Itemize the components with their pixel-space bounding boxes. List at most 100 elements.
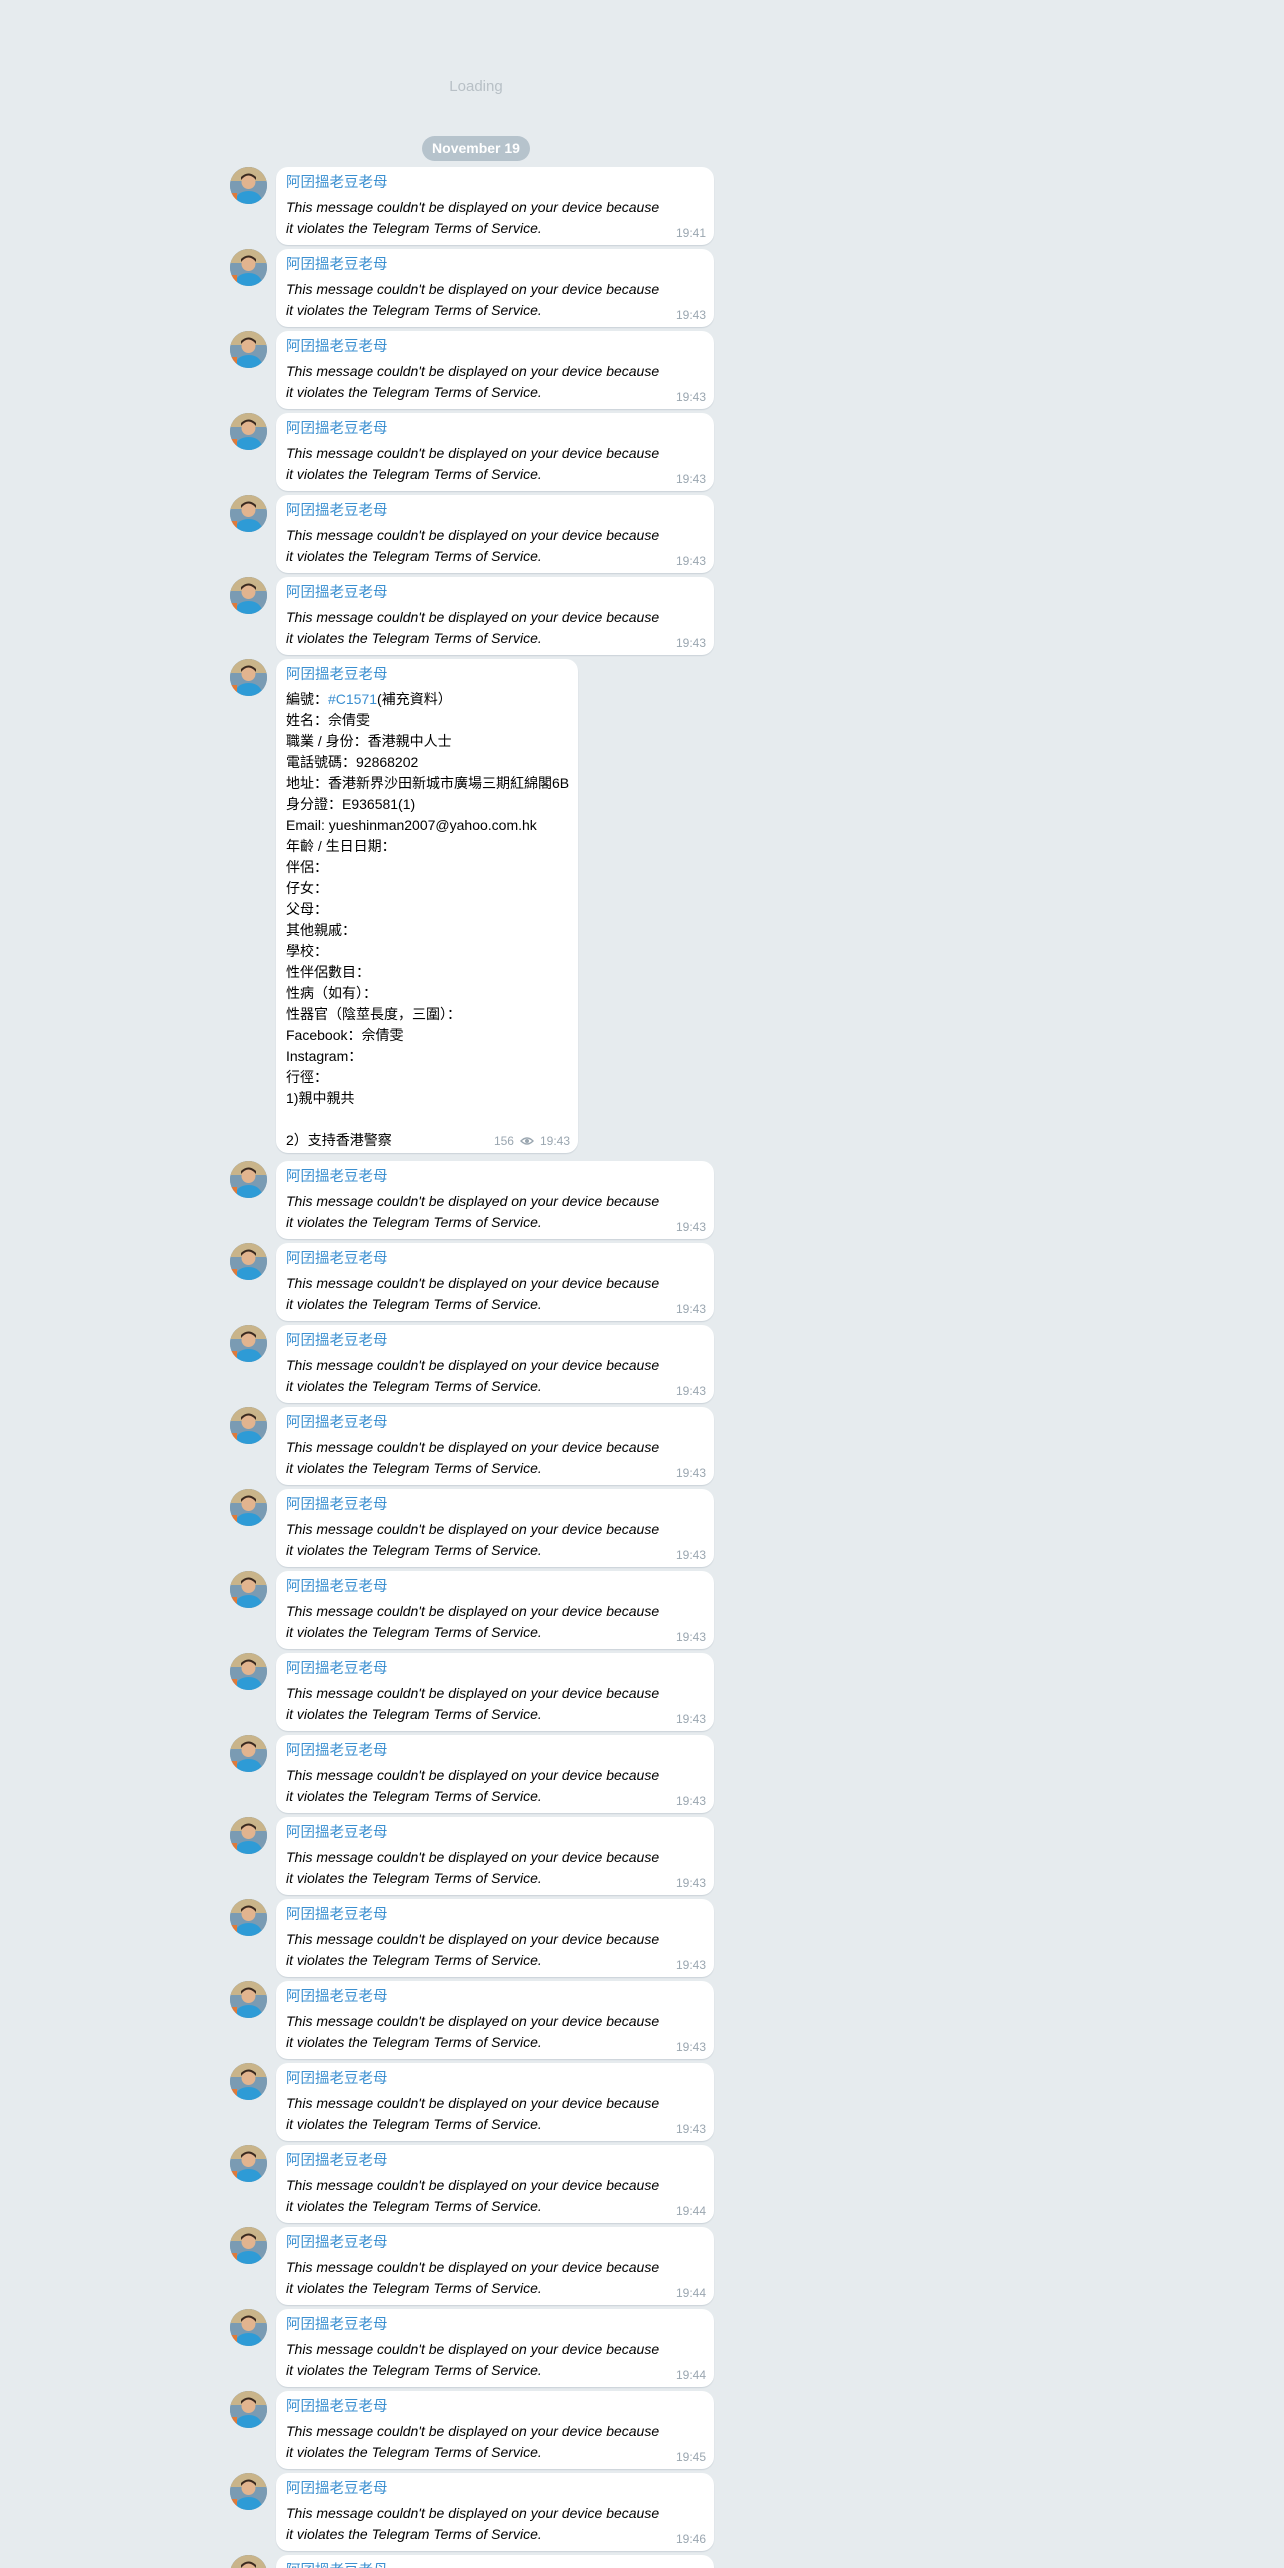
sender-avatar[interactable]: [230, 331, 267, 368]
sender-avatar[interactable]: [230, 2145, 267, 2182]
message-list: 阿囝搵老豆老母 This message couldn't be displaye…: [0, 0, 1284, 2568]
sender-avatar[interactable]: [230, 2309, 267, 2346]
blocked-message-text: This message couldn't be displayed on yo…: [286, 1193, 660, 1230]
blocked-message-text: This message couldn't be displayed on yo…: [286, 1521, 660, 1558]
profile-line: Instagram：: [286, 1048, 363, 1064]
sender-name[interactable]: 阿囝搵老豆老母: [286, 1659, 704, 1679]
sender-name[interactable]: 阿囝搵老豆老母: [286, 1823, 704, 1843]
sender-avatar[interactable]: [230, 249, 267, 286]
sender-name[interactable]: 阿囝搵老豆老母: [286, 1577, 704, 1597]
sender-avatar[interactable]: [230, 413, 267, 450]
sender-name[interactable]: 阿囝搵老豆老母: [286, 2397, 704, 2417]
sender-avatar[interactable]: [230, 1735, 267, 1772]
message-bubble[interactable]: 阿囝搵老豆老母This message couldn't be displaye…: [276, 1653, 714, 1731]
message-time: 19:43: [675, 472, 706, 486]
id-suffix: (補充資料）: [377, 691, 452, 707]
sender-avatar[interactable]: [230, 2555, 267, 2568]
profile-line: 父母：: [286, 901, 328, 917]
sender-name[interactable]: 阿囝搵老豆老母: [286, 1167, 704, 1187]
sender-avatar[interactable]: [230, 1571, 267, 1608]
sender-avatar[interactable]: [230, 1489, 267, 1526]
message-bubble[interactable]: 阿囝搵老豆老母This message couldn't be displaye…: [276, 2145, 714, 2223]
sender-avatar[interactable]: [230, 577, 267, 614]
message-bubble[interactable]: 阿囝搵老豆老母This message couldn't be displaye…: [276, 1735, 714, 1813]
sender-name[interactable]: 阿囝搵老豆老母: [286, 2151, 704, 2171]
message-bubble[interactable]: 阿囝搵老豆老母 This message couldn't be displaye…: [276, 167, 714, 245]
sender-name[interactable]: 阿囝搵老豆老母: [286, 665, 568, 685]
message-bubble[interactable]: 阿囝搵老豆老母This message couldn't be displaye…: [276, 1899, 714, 1977]
blocked-message-text: This message couldn't be displayed on yo…: [286, 199, 660, 236]
sender-name[interactable]: 阿囝搵老豆老母: [286, 337, 704, 357]
message-bubble[interactable]: 阿囝搵老豆老母This message couldn't be displaye…: [276, 2309, 714, 2387]
message-bubble[interactable]: 阿囝搵老豆老母 This message couldn't be displaye…: [276, 495, 714, 573]
message-time: 19:43: [675, 308, 706, 322]
sender-name[interactable]: 阿囝搵老豆老母: [286, 173, 704, 193]
sender-name[interactable]: 阿囝搵老豆老母: [286, 255, 704, 275]
sender-name[interactable]: 阿囝搵老豆老母: [286, 2561, 704, 2568]
sender-name[interactable]: 阿囝搵老豆老母: [286, 1905, 704, 1925]
sender-avatar[interactable]: [230, 1325, 267, 1362]
message-bubble[interactable]: 阿囝搵老豆老母This message couldn't be displaye…: [276, 577, 714, 655]
hashtag-link[interactable]: #C1571: [328, 691, 377, 707]
message-bubble[interactable]: 阿囝搵老豆老母 This message couldn't be displaye…: [276, 2473, 714, 2551]
message-time: 19:43: [675, 1794, 706, 1808]
id-label: 編號：: [286, 691, 328, 707]
message-bubble[interactable]: 阿囝搵老豆老母This message couldn't be displaye…: [276, 1817, 714, 1895]
blocked-message-text: This message couldn't be displayed on yo…: [286, 2505, 660, 2542]
message-bubble[interactable]: 阿囝搵老豆老母 This message couldn't be displaye…: [276, 2391, 714, 2469]
message-bubble[interactable]: 阿囝搵老豆老母This message couldn't be displaye…: [276, 331, 714, 409]
message-bubble[interactable]: 阿囝搵老豆老母This message couldn't be displaye…: [276, 2063, 714, 2141]
message-bubble[interactable]: 阿囝搵老豆老母 This message couldn't be displaye…: [276, 1161, 714, 1239]
message-time: 19:43: [675, 1712, 706, 1726]
sender-avatar[interactable]: [230, 1243, 267, 1280]
message-bubble[interactable]: 阿囝搵老豆老母This message couldn't be displaye…: [276, 413, 714, 491]
sender-avatar[interactable]: [230, 1899, 267, 1936]
sender-name[interactable]: 阿囝搵老豆老母: [286, 1413, 704, 1433]
sender-name[interactable]: 阿囝搵老豆老母: [286, 1495, 704, 1515]
sender-avatar[interactable]: [230, 659, 267, 696]
sender-avatar[interactable]: [230, 2391, 267, 2428]
sender-avatar[interactable]: [230, 1981, 267, 2018]
sender-name[interactable]: 阿囝搵老豆老母: [286, 2069, 704, 2089]
eye-icon: [519, 1136, 534, 1146]
message-bubble[interactable]: 阿囝搵老豆老母This message couldn't be displaye…: [276, 1571, 714, 1649]
sender-name[interactable]: 阿囝搵老豆老母: [286, 2233, 704, 2253]
sender-name[interactable]: 阿囝搵老豆老母: [286, 1987, 704, 2007]
blocked-message-text: This message couldn't be displayed on yo…: [286, 527, 660, 564]
sender-avatar[interactable]: [230, 2063, 267, 2100]
sender-name[interactable]: 阿囝搵老豆老母: [286, 2315, 704, 2335]
message-time: 19:43: [675, 1302, 706, 1316]
sender-avatar[interactable]: [230, 1161, 267, 1198]
message-bubble[interactable]: 阿囝搵老豆老母This message couldn't be displaye…: [276, 1407, 714, 1485]
message-bubble[interactable]: 阿囝搵老豆老母This message couldn't be displaye…: [276, 2555, 714, 2568]
sender-name[interactable]: 阿囝搵老豆老母: [286, 583, 704, 603]
message-time: 19:44: [675, 2368, 706, 2382]
sender-avatar[interactable]: [230, 2473, 267, 2510]
profile-line: Email: yueshinman2007@yahoo.com.hk: [286, 817, 537, 833]
sender-name[interactable]: 阿囝搵老豆老母: [286, 419, 704, 439]
message-bubble[interactable]: 阿囝搵老豆老母This message couldn't be displaye…: [276, 1981, 714, 2059]
message-time: 19:43: [539, 1134, 570, 1148]
sender-name[interactable]: 阿囝搵老豆老母: [286, 2479, 704, 2499]
sender-avatar[interactable]: [230, 1817, 267, 1854]
message-bubble[interactable]: 阿囝搵老豆老母 This message couldn't be displaye…: [276, 1243, 714, 1321]
profile-line: 地址：香港新界沙田新城市廣場三期紅綿閣6B: [286, 775, 570, 791]
sender-name[interactable]: 阿囝搵老豆老母: [286, 501, 704, 521]
message-bubble[interactable]: 阿囝搵老豆老母This message couldn't be displaye…: [276, 1325, 714, 1403]
blocked-message-text: This message couldn't be displayed on yo…: [286, 1275, 660, 1312]
message-time: 19:44: [675, 2286, 706, 2300]
sender-avatar[interactable]: [230, 1407, 267, 1444]
message-bubble[interactable]: 阿囝搵老豆老母 This message couldn't be displaye…: [276, 1489, 714, 1567]
sender-avatar[interactable]: [230, 167, 267, 204]
sender-avatar[interactable]: [230, 1653, 267, 1690]
sender-name[interactable]: 阿囝搵老豆老母: [286, 1741, 704, 1761]
sender-avatar[interactable]: [230, 2227, 267, 2264]
blocked-message-text: This message couldn't be displayed on yo…: [286, 2423, 660, 2460]
message-bubble[interactable]: 阿囝搵老豆老母This message couldn't be displaye…: [276, 249, 714, 327]
sender-name[interactable]: 阿囝搵老豆老母: [286, 1249, 704, 1269]
message-bubble[interactable]: 阿囝搵老豆老母This message couldn't be displaye…: [276, 2227, 714, 2305]
sender-name[interactable]: 阿囝搵老豆老母: [286, 1331, 704, 1351]
profile-line: [286, 1109, 568, 1130]
sender-avatar[interactable]: [230, 495, 267, 532]
message-bubble[interactable]: 阿囝搵老豆老母 編號：#C1571(補充資料） 姓名：佘倩雯 職業 / 身份：香港親中…: [276, 659, 578, 1153]
